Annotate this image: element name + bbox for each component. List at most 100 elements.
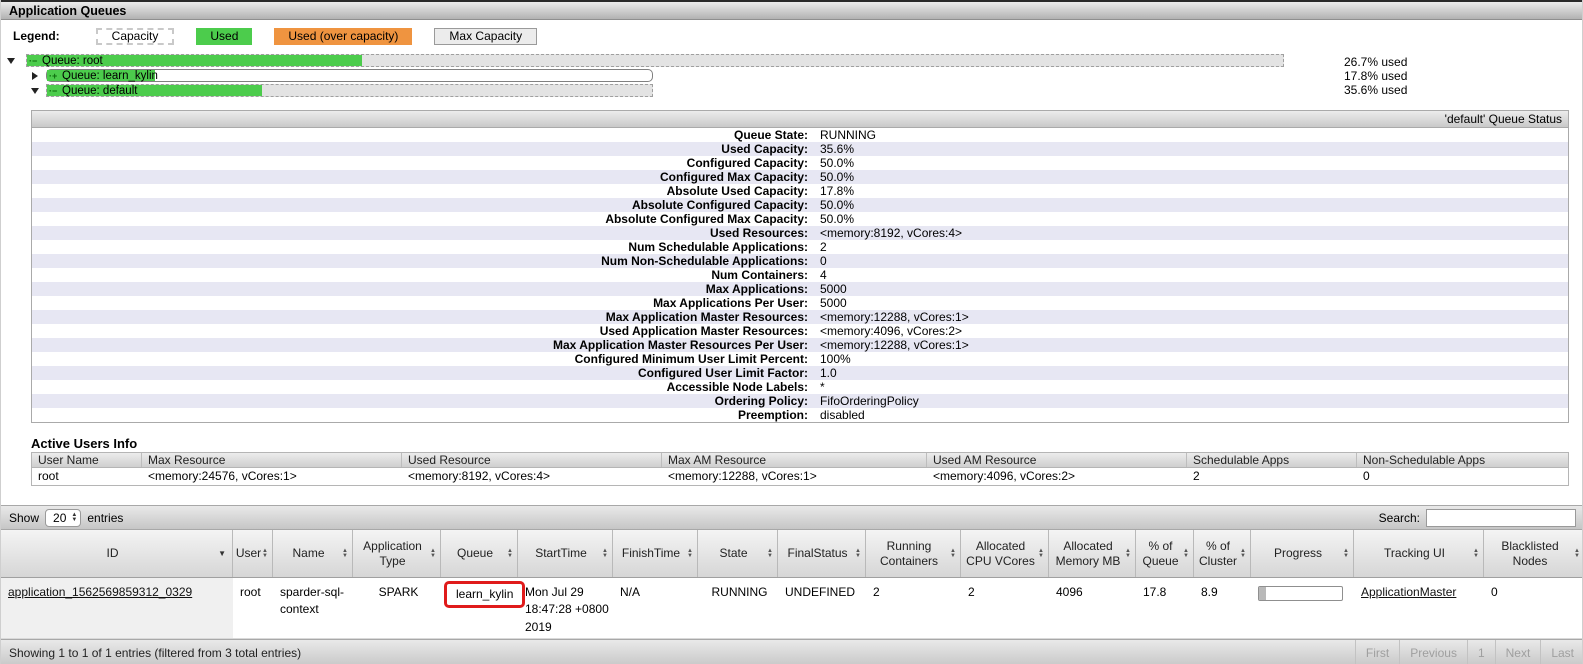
status-value: 50.0% <box>812 156 854 170</box>
status-label: Accessible Node Labels: <box>32 380 812 394</box>
column-header: Schedulable Apps <box>1187 453 1357 467</box>
column-header-allocated-memory-mb[interactable]: Allocated Memory MB▲▼ <box>1049 530 1136 577</box>
legend-max-capacity-swatch: Max Capacity <box>434 28 537 45</box>
status-label: Max Applications: <box>32 282 812 296</box>
pagination-page-1[interactable]: 1 <box>1467 640 1495 664</box>
status-label: Max Application Master Resources: <box>32 310 812 324</box>
expand-arrow-icon[interactable] <box>32 72 38 80</box>
status-row: Num Non-Schedulable Applications:0 <box>32 254 1568 268</box>
status-label: Num Non-Schedulable Applications: <box>32 254 812 268</box>
column-header: Used AM Resource <box>927 453 1187 467</box>
status-row: Absolute Used Capacity:17.8% <box>32 184 1568 198</box>
column-header-state[interactable]: State▲▼ <box>698 530 778 577</box>
cell-tracking-ui: ApplicationMaster <box>1354 578 1484 638</box>
application-master-link[interactable]: ApplicationMaster <box>1361 585 1456 599</box>
column-header-finishtime[interactable]: FinishTime▲▼ <box>613 530 698 577</box>
column-label: Allocated CPU VCores <box>965 539 1036 569</box>
cell-used-resource: <memory:8192, vCores:4> <box>402 468 662 485</box>
column-header-id[interactable]: ID▼ <box>1 530 233 577</box>
collapse-arrow-icon[interactable] <box>7 58 15 64</box>
cell-user-name: root <box>32 468 142 485</box>
active-users-table: User Name Max Resource Used Resource Max… <box>31 452 1569 486</box>
status-value: 5000 <box>812 282 847 296</box>
application-id-link[interactable]: application_1562569859312_0329 <box>8 585 192 599</box>
status-row: Num Schedulable Applications:2 <box>32 240 1568 254</box>
column-header-blacklisted-nodes[interactable]: Blacklisted Nodes▲▼ <box>1484 530 1583 577</box>
column-header-pct-of-cluster[interactable]: % of Cluster▲▼ <box>1194 530 1251 577</box>
column-header-finalstatus[interactable]: FinalStatus▲▼ <box>778 530 866 577</box>
queue-tree: ·− Queue: root ·+ Queue: learn_kylin ·− … <box>1 54 1582 100</box>
sort-icon: ▲▼ <box>950 549 956 559</box>
queue-bar-root[interactable]: ·− Queue: root <box>26 54 1284 67</box>
status-label: Absolute Configured Max Capacity: <box>32 212 812 226</box>
status-value: RUNNING <box>812 128 876 142</box>
status-value: 17.8% <box>812 184 854 198</box>
column-label: % of Cluster <box>1198 539 1238 569</box>
entries-summary: Showing 1 to 1 of 1 entries (filtered fr… <box>9 646 301 660</box>
queue-bar-learn-kylin[interactable]: ·+ Queue: learn_kylin <box>46 69 653 82</box>
status-value: 5000 <box>812 296 847 310</box>
column-label: FinishTime <box>622 546 680 561</box>
status-row: Num Containers:4 <box>32 268 1568 282</box>
cell-allocated-memory-mb: 4096 <box>1049 578 1136 638</box>
status-label: Absolute Configured Capacity: <box>32 198 812 212</box>
column-label: Allocated Memory MB <box>1053 539 1123 569</box>
column-header-pct-of-queue[interactable]: % of Queue▲▼ <box>1136 530 1194 577</box>
sort-icon: ▲▼ <box>342 549 348 559</box>
status-row: Max Applications Per User:5000 <box>32 296 1568 310</box>
page-size-select[interactable]: 20 ▲▼ <box>45 509 81 527</box>
tree-toggle-icon[interactable]: ·− <box>29 55 37 67</box>
status-label: Used Application Master Resources: <box>32 324 812 338</box>
column-header-user[interactable]: User▲▼ <box>233 530 273 577</box>
column-header-application-type[interactable]: Application Type▲▼ <box>353 530 441 577</box>
status-row: Accessible Node Labels:* <box>32 380 1568 394</box>
status-value: <memory:12288, vCores:1> <box>812 338 969 352</box>
queue-bar-default[interactable]: ·− Queue: default <box>46 84 653 97</box>
queue-name: Queue: default <box>62 85 137 97</box>
pagination-next[interactable]: Next <box>1495 640 1541 664</box>
legend: Legend: Capacity Used Used (over capacit… <box>13 27 1582 45</box>
column-header-name[interactable]: Name▲▼ <box>273 530 353 577</box>
status-row: Queue State:RUNNING <box>32 128 1568 142</box>
sort-icon: ▲▼ <box>1343 549 1349 559</box>
status-value: 0 <box>812 254 827 268</box>
status-row: Configured User Limit Factor:1.0 <box>32 366 1568 380</box>
cell-non-schedulable-apps: 0 <box>1357 468 1568 485</box>
status-value: 100% <box>812 352 851 366</box>
sort-icon: ▲▼ <box>1473 549 1479 559</box>
cell-application-type: SPARK <box>353 578 441 638</box>
status-label: Num Containers: <box>32 268 812 282</box>
status-value: disabled <box>812 408 865 422</box>
tree-toggle-icon[interactable]: ·− <box>49 85 57 97</box>
status-row: Max Application Master Resources:<memory… <box>32 310 1568 324</box>
progress-bar <box>1258 586 1343 601</box>
column-header-tracking-ui[interactable]: Tracking UI▲▼ <box>1354 530 1484 577</box>
cell-state: RUNNING <box>698 578 778 638</box>
pagination-first[interactable]: First <box>1355 640 1399 664</box>
pagination-last[interactable]: Last <box>1540 640 1583 664</box>
tree-toggle-icon[interactable]: ·+ <box>49 70 57 82</box>
column-header-queue[interactable]: Queue▲▼ <box>441 530 518 577</box>
status-value: * <box>812 380 825 394</box>
column-header-allocated-cpu-vcores[interactable]: Allocated CPU VCores▲▼ <box>961 530 1049 577</box>
status-row: Absolute Configured Capacity:50.0% <box>32 198 1568 212</box>
page-size-control: Show 20 ▲▼ entries <box>9 509 123 527</box>
column-header-running-containers[interactable]: Running Containers▲▼ <box>866 530 961 577</box>
sort-icon: ▲▼ <box>1183 549 1189 559</box>
column-label: StartTime <box>535 546 587 561</box>
stepper-arrows-icon: ▲▼ <box>71 513 77 523</box>
sort-icon: ▲▼ <box>602 549 608 559</box>
table-row: root <memory:24576, vCores:1> <memory:81… <box>32 468 1568 485</box>
status-row: Configured Capacity:50.0% <box>32 156 1568 170</box>
column-header-starttime[interactable]: StartTime ▲▼ <box>518 530 613 577</box>
progress-bar-fill <box>1259 587 1266 600</box>
status-row: Used Resources:<memory:8192, vCores:4> <box>32 226 1568 240</box>
sort-desc-icon: ▼ <box>218 549 226 559</box>
pagination-previous[interactable]: Previous <box>1399 640 1467 664</box>
queue-used-pct: 26.7% used <box>1344 55 1407 69</box>
search-input[interactable] <box>1426 509 1576 527</box>
column-header-progress[interactable]: Progress▲▼ <box>1251 530 1354 577</box>
cell-user: root <box>233 578 273 638</box>
cell-schedulable-apps: 2 <box>1187 468 1357 485</box>
collapse-arrow-icon[interactable] <box>31 88 39 94</box>
